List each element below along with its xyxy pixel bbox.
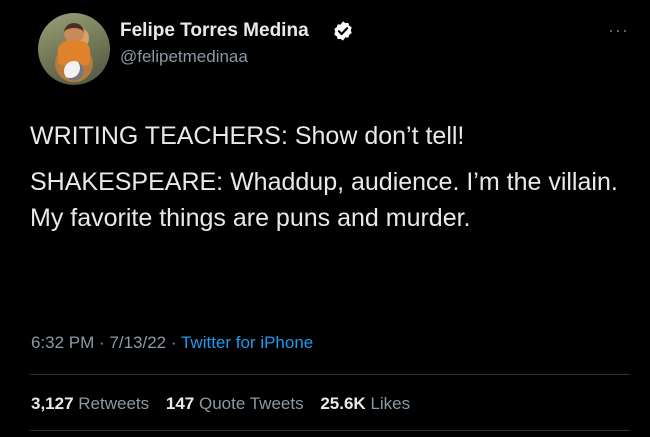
retweets-count: 3,127 [31, 394, 74, 413]
tweet-meta: 6:32 PM · 7/13/22 · Twitter for iPhone [31, 333, 313, 353]
likes-label: Likes [370, 394, 411, 413]
more-options-icon[interactable]: ··· [608, 20, 629, 41]
tweet-date[interactable]: 7/13/22 [109, 333, 166, 352]
verified-badge-icon [334, 21, 352, 41]
tweet-text-line-1: WRITING TEACHERS: Show don’t tell! [30, 122, 465, 150]
quote-tweets-stat[interactable]: 147 Quote Tweets [166, 394, 304, 413]
tweet-source-link[interactable]: Twitter for iPhone [181, 333, 313, 352]
retweets-stat[interactable]: 3,127 Retweets [31, 394, 149, 413]
meta-separator: · [166, 333, 181, 352]
divider [30, 430, 630, 431]
quote-tweets-count: 147 [165, 394, 195, 413]
author-name[interactable]: Felipe Torres Medina [120, 20, 309, 42]
avatar-ball [64, 61, 84, 81]
tweet-time[interactable]: 6:32 PM [31, 333, 94, 352]
divider [30, 374, 630, 375]
avatar-head [64, 23, 84, 43]
likes-count: 25.6K [320, 394, 366, 413]
retweets-label: Retweets [78, 394, 150, 413]
quote-tweets-label: Quote Tweets [199, 394, 304, 413]
tweet-card: Felipe Torres Medina @felipetmedinaa ···… [0, 0, 650, 437]
avatar[interactable] [38, 13, 110, 85]
tweet-text: WRITING TEACHERS: Show don’t tell! SHAKE… [30, 118, 630, 246]
author-handle[interactable]: @felipetmedinaa [120, 47, 248, 67]
engagement-stats: 3,127 Retweets 147 Quote Tweets 25.6K Li… [31, 394, 410, 414]
likes-stat[interactable]: 25.6K Likes [320, 394, 410, 413]
tweet-text-line-2: SHAKESPEARE: Whaddup, audience. I’m the … [30, 168, 618, 232]
meta-separator: · [94, 333, 110, 352]
